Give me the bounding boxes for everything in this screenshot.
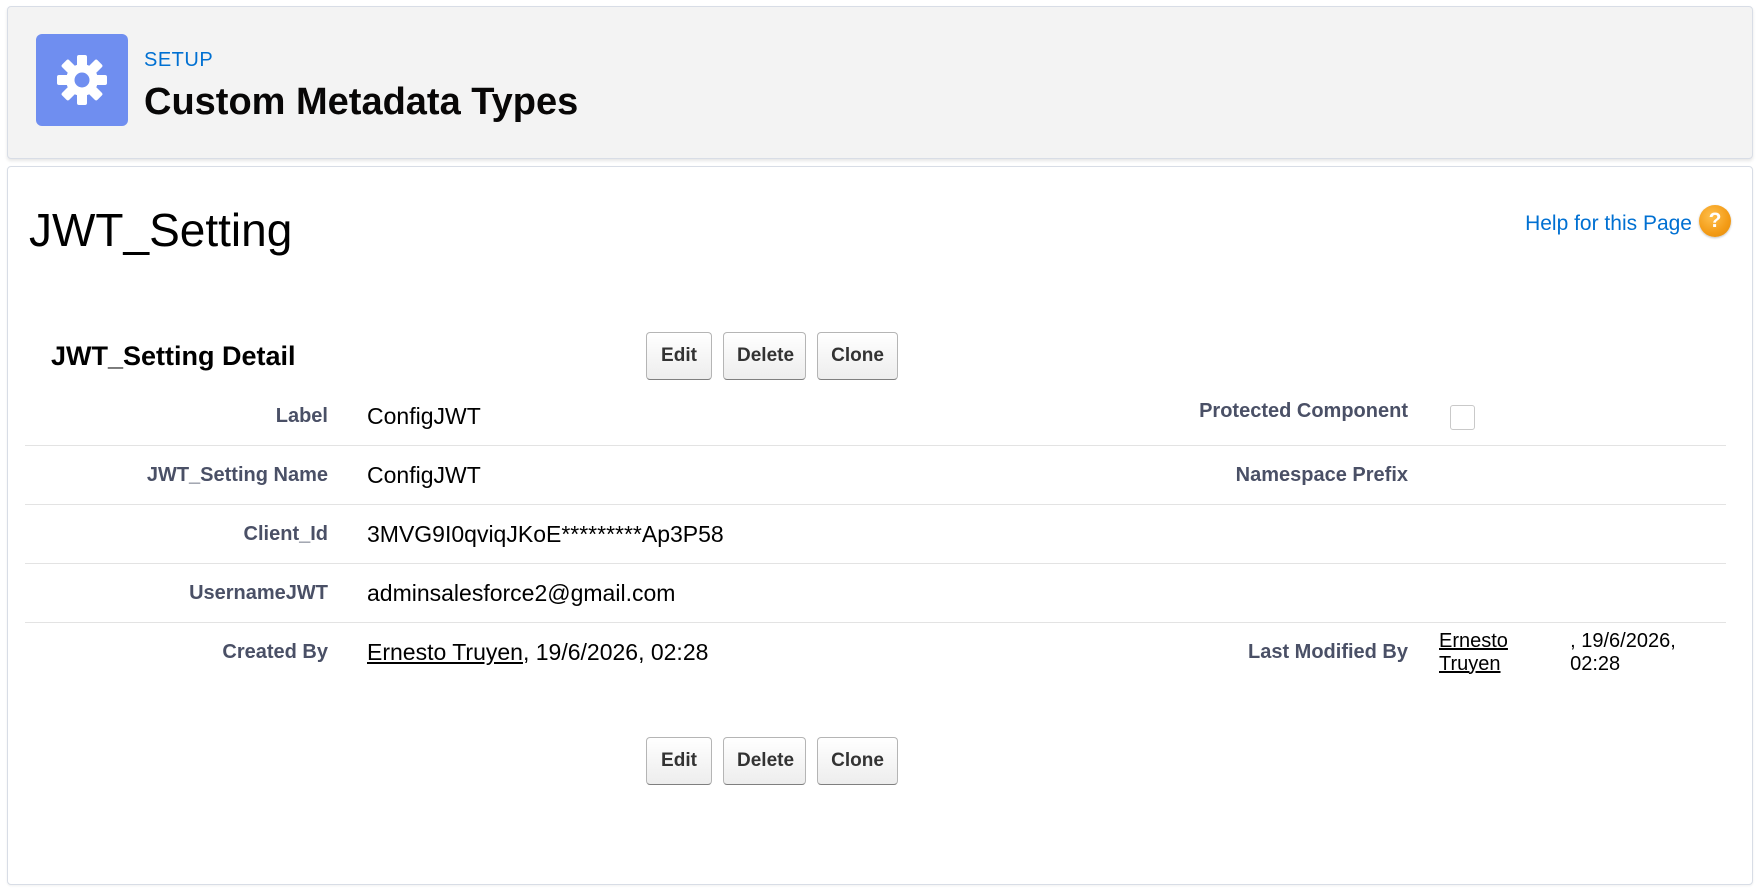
detail-row-audit: Created By Ernesto Truyen, 19/6/2026, 02… — [25, 623, 1726, 682]
edit-button[interactable]: Edit — [646, 332, 712, 380]
delete-button[interactable]: Delete — [723, 332, 806, 380]
top-button-bar: Edit Delete Clone — [646, 332, 898, 380]
created-by-user-link[interactable]: Ernesto Truyen — [367, 639, 523, 666]
field-value-last-modified-by: Ernesto Truyen, 19/6/2026, 02:28 — [1439, 623, 1726, 682]
field-label-namespace-prefix: Namespace Prefix — [1235, 463, 1408, 486]
clone-button[interactable]: Clone — [817, 737, 898, 785]
field-label-created-by: Created By — [222, 641, 328, 663]
detail-row-name: JWT_Setting Name ConfigJWT Namespace Pre… — [25, 446, 1726, 505]
gear-icon — [36, 34, 128, 126]
page-title: JWT_Setting — [29, 204, 293, 256]
detail-page: JWT_Setting Help for this Page ? JWT_Set… — [7, 166, 1753, 885]
field-label-protected-component: Protected Component — [1199, 400, 1408, 422]
delete-button[interactable]: Delete — [723, 737, 806, 785]
clone-button[interactable]: Clone — [817, 332, 898, 380]
field-label-name: JWT_Setting Name — [146, 463, 328, 486]
edit-button[interactable]: Edit — [646, 737, 712, 785]
header-title: Custom Metadata Types — [144, 81, 579, 123]
section-title: JWT_Setting Detail — [51, 341, 296, 371]
question-icon[interactable]: ? — [1699, 205, 1731, 237]
help-link[interactable]: Help for this Page — [1525, 212, 1692, 236]
field-label-label: Label — [275, 404, 328, 427]
detail-row-username: UsernameJWT adminsalesforce2@gmail.com — [25, 564, 1726, 623]
detail-table: Label ConfigJWT Protected Component JWT_… — [25, 387, 1726, 682]
breadcrumb[interactable]: SETUP — [144, 49, 213, 72]
last-modified-by-date: , 19/6/2026, 02:28 — [1570, 629, 1676, 675]
field-value-username: adminsalesforce2@gmail.com — [367, 579, 676, 606]
detail-row-client-id: Client_Id 3MVG9I0qviqJKoE*********Ap3P58 — [25, 505, 1726, 564]
bottom-button-bar: Edit Delete Clone — [646, 737, 898, 785]
field-label-client-id: Client_Id — [243, 522, 328, 545]
created-by-date: , 19/6/2026, 02:28 — [522, 639, 709, 665]
detail-row-label: Label ConfigJWT Protected Component — [25, 387, 1726, 446]
field-value-client-id: 3MVG9I0qviqJKoE*********Ap3P58 — [367, 520, 724, 547]
last-modified-by-user-link[interactable]: Ernesto Truyen — [1439, 630, 1570, 676]
setup-header: SETUP Custom Metadata Types — [7, 6, 1753, 159]
protected-component-checkbox — [1450, 405, 1475, 430]
field-label-username: UsernameJWT — [189, 581, 328, 604]
field-value-label: ConfigJWT — [367, 402, 481, 429]
field-value-name: ConfigJWT — [367, 461, 481, 488]
field-value-created-by: Ernesto Truyen, 19/6/2026, 02:28 — [367, 623, 708, 682]
field-label-last-modified-by: Last Modified By — [1247, 641, 1408, 663]
